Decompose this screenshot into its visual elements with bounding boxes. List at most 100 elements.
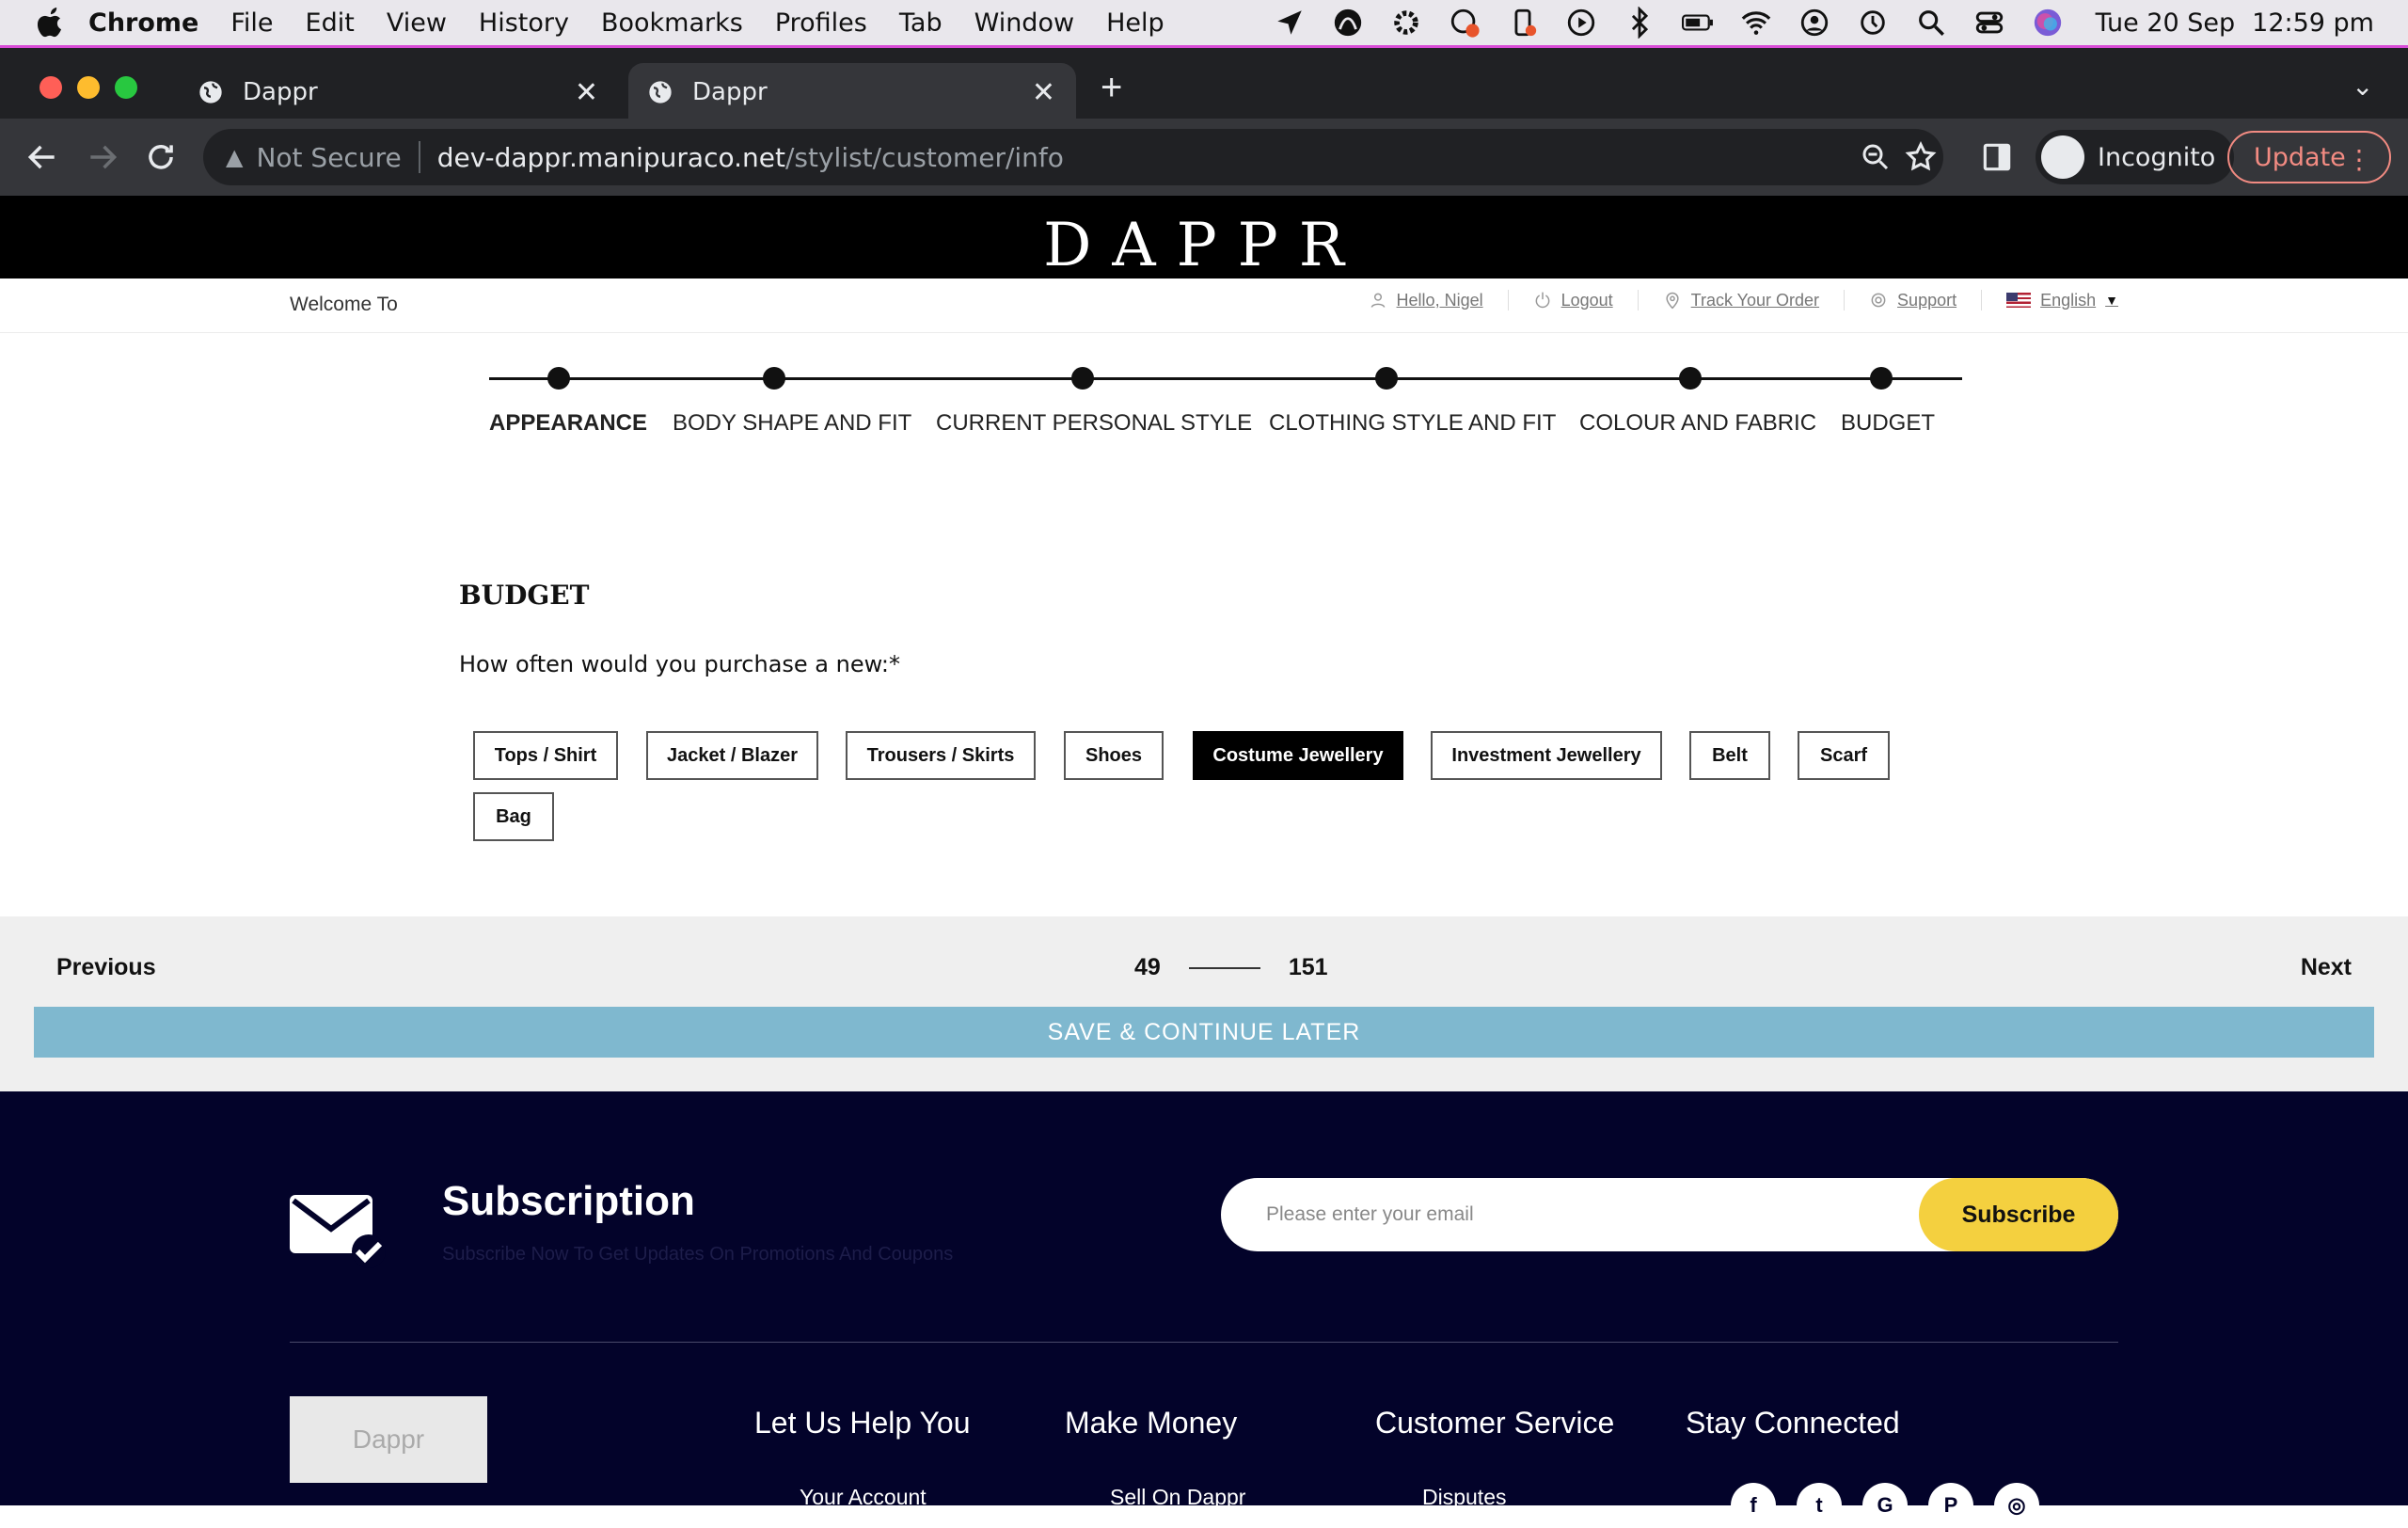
pinterest-icon[interactable]: P [1928,1483,1973,1528]
menu-bookmarks[interactable]: Bookmarks [601,8,743,38]
step-label-clothing-style[interactable]: CLOTHING STYLE AND FIT [1269,410,1556,437]
option-shoes[interactable]: Shoes [1064,731,1164,780]
footer-logo[interactable]: Dappr [290,1396,487,1483]
site-logo[interactable]: DAPPR [0,211,2408,280]
gear-icon[interactable] [1390,7,1422,39]
siri-icon[interactable] [2032,7,2064,39]
new-tab-button[interactable]: + [1101,67,1122,109]
screen-record-icon[interactable] [1449,7,1481,39]
play-icon[interactable] [1565,7,1597,39]
footer-heading-money: Make Money [1065,1406,1238,1440]
option-jacket-blazer[interactable]: Jacket / Blazer [646,731,818,780]
address-bar[interactable]: ▲ Not Secure dev-dappr.manipuraco.net /s… [203,129,1943,185]
back-icon[interactable] [24,139,60,175]
user-icon[interactable] [1798,7,1830,39]
hello-user-link[interactable]: Hello, Nigel [1369,290,1483,310]
step-label-colour-fabric[interactable]: COLOUR AND FABRIC [1579,410,1816,437]
step-label-body-shape[interactable]: BODY SHAPE AND FIT [673,410,911,437]
logout-label: Logout [1560,290,1613,310]
forward-icon[interactable] [85,139,120,175]
window-zoom-button[interactable] [115,76,137,99]
current-question: 49 [1134,954,1161,980]
option-costume-jewellery[interactable]: Costume Jewellery [1193,731,1403,780]
question-text: How often would you purchase a new:* [459,651,901,677]
option-belt[interactable]: Belt [1689,731,1770,780]
next-button[interactable]: Next [2301,954,2352,981]
google-icon[interactable]: G [1862,1483,1908,1528]
logout-link[interactable]: Logout [1533,290,1613,310]
menu-clock[interactable]: Tue 20 Sep 12:59 pm [2096,8,2374,38]
search-icon[interactable] [1915,7,1947,39]
track-order-label: Track Your Order [1690,290,1820,310]
warning-icon[interactable]: ▲ [226,144,243,170]
more-menu-icon[interactable]: ⋮ [2346,144,2372,175]
window-close-button[interactable] [40,76,62,99]
option-tops-shirt[interactable]: Tops / Shirt [473,731,618,780]
step-dot-colour-fabric[interactable] [1679,367,1702,390]
twitter-icon[interactable]: t [1797,1483,1842,1528]
menu-profiles[interactable]: Profiles [775,8,867,38]
language-selector[interactable]: English ▼ [2006,290,2118,310]
time-machine-icon[interactable] [1857,7,1889,39]
option-scarf[interactable]: Scarf [1798,731,1890,780]
control-center-icon[interactable] [1973,7,2005,39]
menu-history[interactable]: History [479,8,569,38]
track-order-link[interactable]: Track Your Order [1663,290,1819,310]
browser-tab-2[interactable]: Dappr ✕ [628,63,1076,121]
bookmark-star-icon[interactable] [1904,140,1938,174]
window-minimize-button[interactable] [77,76,100,99]
wifi-icon[interactable] [1740,7,1772,39]
divider [1981,290,1983,310]
browser-tab-1[interactable]: Dappr ✕ [179,63,619,121]
step-label-budget[interactable]: BUDGET [1841,410,1935,437]
instagram-icon[interactable]: ◎ [1994,1483,2039,1528]
menu-view[interactable]: View [387,8,447,38]
zoom-icon[interactable] [1859,140,1893,174]
os-menu-bar: Chrome File Edit View History Bookmarks … [0,0,2408,45]
email-input[interactable] [1266,1178,1925,1251]
step-dot-clothing-style[interactable] [1375,367,1398,390]
step-label-personal-style[interactable]: CURRENT PERSONAL STYLE [936,410,1252,437]
step-dot-body-shape[interactable] [763,367,785,390]
menu-file[interactable]: File [230,8,273,38]
step-dot-appearance[interactable] [547,367,570,390]
globe-icon [649,81,672,103]
menu-tab[interactable]: Tab [899,8,943,38]
caret-down-icon: ▼ [2105,293,2118,308]
save-continue-later-button[interactable]: SAVE & CONTINUE LATER [34,1007,2374,1058]
progress-stepper-line [489,377,1962,380]
footer-heading-connected: Stay Connected [1686,1406,1900,1440]
option-bag[interactable]: Bag [473,792,554,841]
battery-icon[interactable] [1681,7,1714,39]
step-dot-budget[interactable] [1870,367,1893,390]
reload-icon[interactable] [143,139,179,175]
option-trousers-skirts[interactable]: Trousers / Skirts [846,731,1036,780]
incognito-profile-button[interactable]: Incognito [2036,130,2235,184]
menu-chrome[interactable]: Chrome [88,8,198,38]
step-dot-personal-style[interactable] [1071,367,1094,390]
battery-status-icon[interactable] [1507,7,1539,39]
security-label[interactable]: Not Secure [256,142,401,173]
option-investment-jewellery[interactable]: Investment Jewellery [1431,731,1662,780]
close-tab-icon[interactable]: ✕ [1032,76,1055,109]
mail-check-icon [290,1195,386,1268]
apple-icon[interactable] [38,8,66,38]
previous-button[interactable]: Previous [56,954,156,981]
update-button[interactable]: Update ⋮ [2227,131,2391,183]
menu-help[interactable]: Help [1106,8,1164,38]
subscribe-button[interactable]: Subscribe [1919,1178,2118,1251]
footer-link-sell-on-dappr[interactable]: Sell On Dappr [1110,1485,1245,1510]
location-icon[interactable] [1274,7,1306,39]
footer-link-your-account[interactable]: Your Account [800,1485,927,1510]
facebook-icon[interactable]: f [1731,1483,1776,1528]
menu-window[interactable]: Window [974,8,1074,38]
tab-search-chevron-icon[interactable]: ⌄ [2352,71,2373,102]
support-link[interactable]: Support [1869,290,1956,310]
footer-link-disputes[interactable]: Disputes [1422,1485,1506,1510]
app-icon[interactable] [1332,7,1364,39]
menu-edit[interactable]: Edit [306,8,355,38]
bluetooth-icon[interactable] [1624,7,1656,39]
close-tab-icon[interactable]: ✕ [575,76,598,109]
step-label-appearance[interactable]: APPEARANCE [489,410,647,437]
side-panel-icon[interactable] [1979,139,2015,175]
